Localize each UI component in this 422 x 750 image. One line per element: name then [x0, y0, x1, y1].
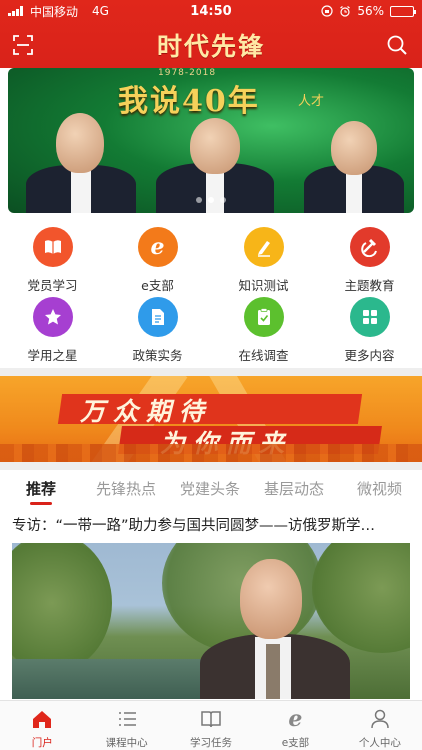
status-bar: 中国移动 4G 14:50 56%	[0, 0, 422, 22]
nav-study-tasks[interactable]: 学习任务	[169, 701, 253, 750]
book-icon	[32, 227, 73, 267]
tab-grassroots[interactable]: 基层动态	[264, 478, 324, 499]
menu-item-label: 政策实务	[132, 348, 183, 363]
orientation-lock-icon	[321, 5, 333, 17]
status-right: 56%	[274, 4, 416, 18]
menu-item-label: e支部	[141, 278, 174, 293]
menu-item-online-survey[interactable]: 在线调查	[211, 297, 316, 364]
nav-label: e支部	[281, 737, 310, 749]
menu-item-label: 在线调查	[238, 348, 289, 363]
nav-course-center[interactable]: 课程中心	[84, 701, 168, 750]
category-tabs: 推荐 先锋热点 党建头条 基层动态 微视频	[0, 470, 422, 506]
nav-profile[interactable]: 个人中心	[338, 701, 422, 750]
clipboard-check-icon	[243, 297, 284, 337]
person-icon	[368, 707, 392, 731]
carousel-dot[interactable]	[208, 197, 214, 203]
promo-skyline	[0, 444, 422, 462]
article-image[interactable]	[12, 543, 410, 699]
list-icon	[115, 707, 139, 731]
page-title: 时代先锋	[156, 32, 265, 61]
open-book-icon	[199, 707, 223, 731]
app-header: 中国移动 4G 14:50 56% 时代先锋	[0, 0, 422, 68]
banner-carousel[interactable]: 1978-2018 我说40年 人才	[8, 68, 414, 213]
tab-micro-video[interactable]: 微视频	[357, 478, 402, 499]
nav-label: 门户	[31, 737, 53, 749]
carousel-indicator	[8, 197, 414, 203]
scan-icon[interactable]	[12, 34, 34, 56]
carousel-dot[interactable]	[220, 197, 226, 203]
menu-item-label: 党员学习	[27, 278, 78, 293]
article-title[interactable]: 专访：“一带一路”助力参与国共同圆梦——访俄罗斯学…	[12, 514, 412, 535]
alarm-icon	[340, 6, 351, 17]
menu-item-label: 主题教育	[344, 278, 395, 293]
status-left: 中国移动 4G	[8, 3, 148, 20]
banner-subtitle: 人才	[298, 94, 325, 109]
nav-label: 课程中心	[105, 737, 148, 749]
title-bar: 时代先锋	[0, 22, 422, 68]
menu-item-e-branch[interactable]: e e支部	[105, 227, 210, 294]
battery-icon	[390, 5, 416, 17]
interviewee-portrait	[200, 549, 350, 699]
section-divider	[0, 368, 422, 376]
tab-party-headlines[interactable]: 党建头条	[180, 478, 240, 499]
nav-e-branch[interactable]: e e支部	[253, 701, 337, 750]
nav-label: 学习任务	[190, 737, 233, 749]
menu-item-study-star[interactable]: 学用之星	[0, 297, 105, 364]
hammer-sickle-icon	[349, 227, 390, 267]
tab-pioneer-hot[interactable]: 先锋热点	[96, 478, 156, 499]
e-branch-icon: e	[137, 227, 178, 267]
e-letter-icon: e	[288, 706, 303, 732]
menu-item-party-study[interactable]: 党员学习	[0, 227, 105, 294]
battery-percent: 56%	[357, 4, 384, 18]
promo-banner[interactable]: 万众期待 为你而来	[0, 376, 422, 462]
active-tab-indicator	[30, 502, 52, 505]
carrier-label: 中国移动	[30, 4, 79, 19]
menu-item-policy[interactable]: 政策实务	[105, 297, 210, 364]
carousel-dot[interactable]	[196, 197, 202, 203]
pencil-icon	[243, 227, 284, 267]
menu-item-label: 知识测试	[238, 278, 289, 293]
tab-recommended[interactable]: 推荐	[26, 478, 56, 499]
banner-title: 我说40年	[118, 84, 260, 119]
menu-item-theme-education[interactable]: 主题教育	[317, 227, 422, 294]
clock: 14:50	[190, 3, 232, 19]
home-icon	[30, 707, 54, 731]
document-icon	[137, 297, 178, 337]
promo-headline-1: 万众期待	[80, 397, 213, 426]
bottom-tab-bar: 门户 课程中心 学习任务 e e支部 个人中心	[0, 700, 422, 750]
menu-item-label: 学用之星	[27, 348, 78, 363]
menu-item-knowledge-test[interactable]: 知识测试	[211, 227, 316, 294]
section-divider	[0, 462, 422, 470]
star-icon	[32, 297, 73, 337]
nav-home[interactable]: 门户	[0, 701, 84, 750]
signal-icon	[8, 6, 23, 16]
feature-grid: 党员学习 e e支部 知识测试 主题教育 学用之星 政策实务 在线调查 更多内容	[0, 220, 422, 368]
menu-item-label: 更多内容	[344, 348, 395, 363]
menu-item-more[interactable]: 更多内容	[317, 297, 422, 364]
nav-label: 个人中心	[358, 737, 401, 749]
network-label: 4G	[92, 4, 109, 18]
search-icon[interactable]	[386, 34, 408, 56]
grid-icon	[349, 297, 390, 337]
